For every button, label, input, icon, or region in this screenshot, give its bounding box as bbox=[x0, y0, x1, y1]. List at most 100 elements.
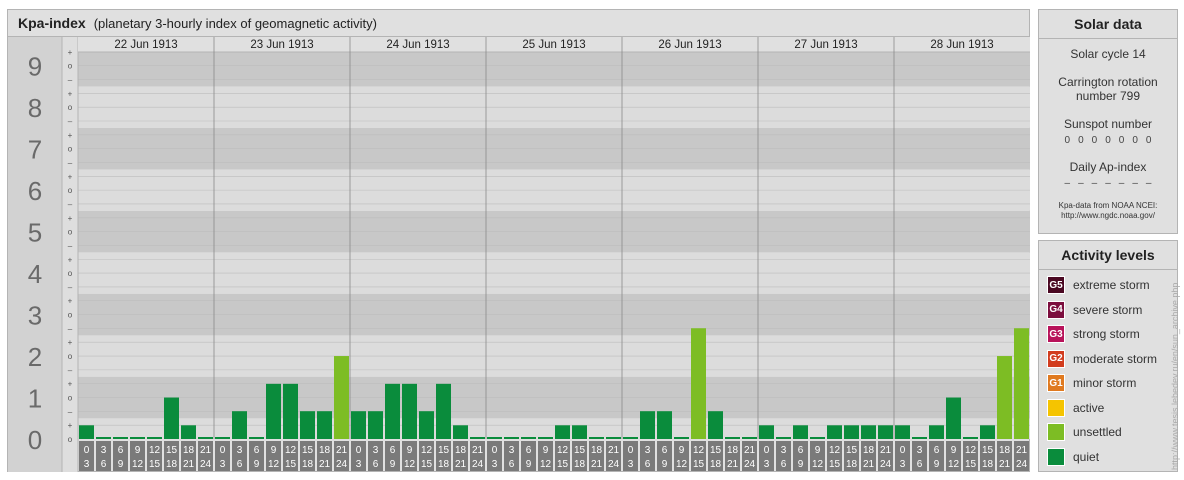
kp-interval-start: 0 bbox=[356, 445, 362, 456]
kp-interval-end: 21 bbox=[863, 459, 875, 470]
solar-cycle: Solar cycle 14 bbox=[1070, 47, 1146, 61]
kp-bar bbox=[963, 437, 978, 439]
kp-minor-label: + bbox=[68, 421, 73, 430]
kp-bar bbox=[997, 356, 1012, 439]
kp-interval-start: 21 bbox=[1016, 445, 1028, 456]
kp-interval-start: 21 bbox=[200, 445, 212, 456]
kp-minor-label: + bbox=[68, 214, 73, 223]
kp-bar bbox=[606, 437, 621, 439]
kp-minor-label: o bbox=[68, 228, 73, 237]
kp-interval-end: 9 bbox=[390, 459, 396, 470]
activity-level-label: unsettled bbox=[1073, 425, 1122, 440]
activity-level-item: unsettled bbox=[1039, 420, 1177, 445]
kp-bar bbox=[742, 437, 757, 439]
kp-minor-label: o bbox=[68, 145, 73, 154]
kp-interval-end: 3 bbox=[900, 459, 906, 470]
kp-interval-end: 6 bbox=[237, 459, 243, 470]
activity-level-label: strong storm bbox=[1073, 327, 1140, 342]
kp-interval-start: 15 bbox=[166, 445, 178, 456]
kp-day-label: 27 Jun 1913 bbox=[794, 39, 857, 51]
kp-interval-start: 3 bbox=[101, 445, 107, 456]
kp-interval-start: 12 bbox=[285, 445, 297, 456]
kp-chart: 0123456789o+–o+–o+–o+–o+–o+–o+–o+–o+–o+2… bbox=[8, 37, 1030, 472]
kp-minor-label: o bbox=[68, 394, 73, 403]
kp-interval-start: 0 bbox=[900, 445, 906, 456]
kp-interval-end: 15 bbox=[829, 459, 841, 470]
kp-interval-start: 9 bbox=[543, 445, 549, 456]
kp-bar bbox=[878, 425, 893, 439]
kp-interval-start: 21 bbox=[336, 445, 348, 456]
kp-minor-label: + bbox=[68, 131, 73, 140]
kp-interval-end: 24 bbox=[1016, 459, 1028, 470]
kp-bar bbox=[844, 425, 859, 439]
kp-bar bbox=[436, 383, 451, 439]
kp-interval-end: 6 bbox=[509, 459, 515, 470]
kp-major-label: 0 bbox=[28, 425, 42, 455]
kp-bar bbox=[198, 437, 213, 439]
kp-bar bbox=[147, 437, 162, 439]
kp-bar bbox=[810, 437, 825, 439]
kp-minor-label: + bbox=[68, 380, 73, 389]
activity-level-swatch: G3 bbox=[1047, 325, 1065, 344]
ap-index-value: – bbox=[1118, 178, 1125, 189]
kp-minor-label: + bbox=[68, 89, 73, 98]
activity-level-item: G3 strong storm bbox=[1039, 322, 1177, 347]
activity-level-label: moderate storm bbox=[1073, 351, 1158, 366]
kp-interval-end: 21 bbox=[319, 459, 331, 470]
kp-interval-end: 21 bbox=[999, 459, 1011, 470]
kp-minor-label: + bbox=[68, 338, 73, 347]
kp-bar bbox=[453, 425, 468, 439]
kp-interval-end: 18 bbox=[166, 459, 178, 470]
sunspot-value: 0 bbox=[1091, 135, 1098, 146]
kp-chart-panel: Kpa-index (planetary 3-hourly index of ge… bbox=[7, 9, 1030, 472]
kp-minor-label: – bbox=[68, 241, 73, 250]
kp-interval-start: 12 bbox=[149, 445, 161, 456]
kp-interval-start: 0 bbox=[84, 445, 90, 456]
kp-interval-start: 6 bbox=[254, 445, 260, 456]
kp-interval-end: 15 bbox=[285, 459, 297, 470]
activity-level-swatch: G2 bbox=[1047, 349, 1065, 368]
kp-interval-start: 18 bbox=[455, 445, 467, 456]
kp-bar bbox=[521, 437, 536, 439]
kp-bar bbox=[164, 397, 179, 439]
kp-interval-end: 15 bbox=[421, 459, 433, 470]
kp-interval-end: 24 bbox=[472, 459, 484, 470]
activity-level-item: G4 severe storm bbox=[1039, 298, 1177, 323]
kp-day-label: 24 Jun 1913 bbox=[386, 39, 449, 51]
kp-bar bbox=[912, 437, 927, 439]
kp-interval-start: 15 bbox=[302, 445, 314, 456]
ap-index-label: Daily Ap-index bbox=[1069, 160, 1147, 174]
kp-minor-label: o bbox=[68, 103, 73, 112]
kp-interval-end: 21 bbox=[183, 459, 195, 470]
kp-interval-start: 12 bbox=[421, 445, 433, 456]
activity-level-swatch: G1 bbox=[1047, 374, 1065, 393]
kp-bar bbox=[402, 383, 417, 439]
kp-minor-label: o bbox=[68, 435, 73, 444]
kp-bar bbox=[674, 437, 689, 439]
kp-bar bbox=[929, 425, 944, 439]
carrington-rotation: Carrington rotation number 799 bbox=[1058, 75, 1158, 103]
kp-day-label: 25 Jun 1913 bbox=[522, 39, 585, 51]
kp-interval-end: 24 bbox=[200, 459, 212, 470]
kp-major-label: 3 bbox=[28, 301, 42, 331]
kp-interval-start: 3 bbox=[645, 445, 651, 456]
kp-major-label: 9 bbox=[28, 52, 42, 82]
kp-bar bbox=[759, 425, 774, 439]
kp-interval-start: 18 bbox=[319, 445, 331, 456]
kp-bar bbox=[657, 411, 672, 439]
kp-interval-end: 12 bbox=[676, 459, 688, 470]
kp-interval-start: 0 bbox=[220, 445, 226, 456]
kp-interval-end: 18 bbox=[438, 459, 450, 470]
kp-interval-start: 3 bbox=[781, 445, 787, 456]
kp-interval-end: 9 bbox=[526, 459, 532, 470]
kp-interval-start: 3 bbox=[917, 445, 923, 456]
kp-interval-start: 18 bbox=[863, 445, 875, 456]
source-credit: http://www.tesis.lebedev.ru/en/sun_archi… bbox=[1170, 282, 1180, 470]
activity-level-label: severe storm bbox=[1073, 302, 1143, 317]
kp-interval-end: 9 bbox=[254, 459, 260, 470]
kp-bar bbox=[130, 437, 145, 439]
ap-index-value: – bbox=[1091, 178, 1098, 189]
kp-interval-end: 15 bbox=[693, 459, 705, 470]
kp-interval-start: 9 bbox=[271, 445, 277, 456]
kp-bar bbox=[776, 437, 791, 439]
